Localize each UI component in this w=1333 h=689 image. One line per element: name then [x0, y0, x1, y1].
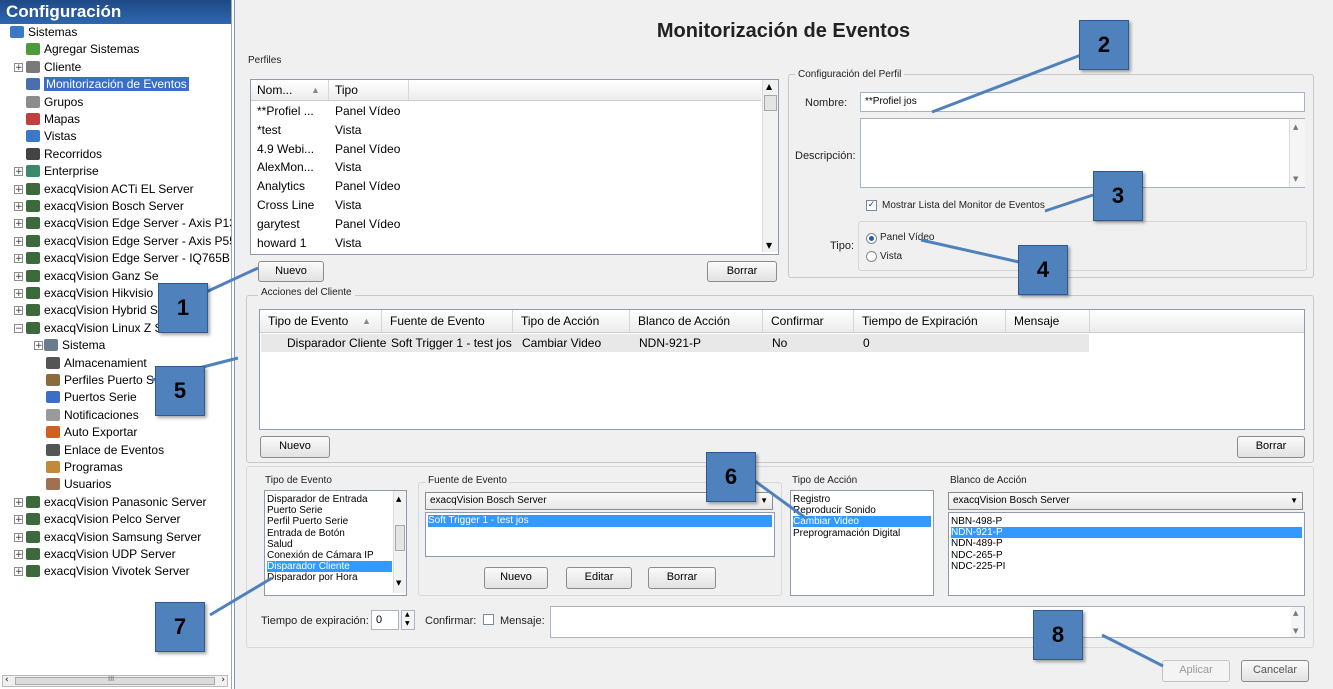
leader-line-4: [920, 238, 1020, 264]
leader-line-6: [747, 474, 808, 521]
leader-line-3: [1044, 193, 1094, 213]
leader-line-2: [931, 53, 1082, 114]
leader-line-8: [1101, 633, 1164, 668]
callout-5: 5: [155, 366, 205, 416]
callout-2: 2: [1079, 20, 1129, 70]
callout-leader-lines: [151, 53, 1164, 668]
callout-8: 8: [1033, 610, 1083, 660]
callout-3: 3: [1093, 171, 1143, 221]
leader-line-1: [205, 266, 259, 294]
callout-6: 6: [706, 452, 756, 502]
leader-line-7: [209, 576, 273, 617]
callout-1: 1: [158, 283, 208, 333]
callout-4: 4: [1018, 245, 1068, 295]
callout-7: 7: [155, 602, 205, 652]
